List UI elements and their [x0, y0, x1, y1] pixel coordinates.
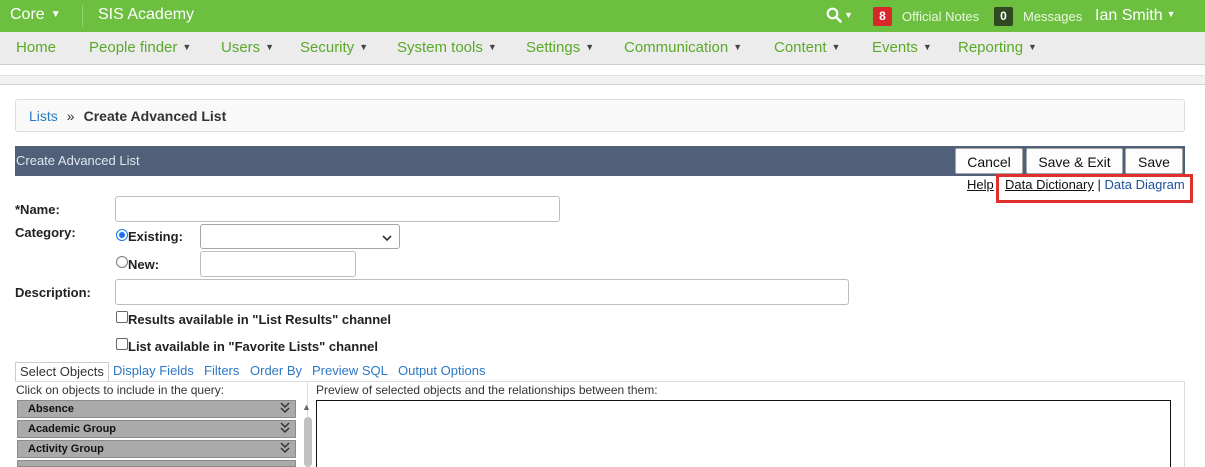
search-button[interactable]: ▼ — [826, 5, 853, 26]
caret-down-icon: ▼ — [50, 9, 61, 20]
new-label: New: — [128, 257, 160, 272]
breadcrumb-current: Create Advanced List — [83, 108, 227, 124]
name-label: *Name: — [15, 202, 60, 217]
object-list: Absence Academic Group Activity Group — [17, 400, 297, 467]
help-link-wrap: Help — [967, 177, 994, 192]
search-icon — [826, 7, 842, 23]
highlight-box — [996, 174, 1193, 203]
scroll-up-icon[interactable]: ▲ — [302, 402, 311, 412]
favorites-channel-checkbox[interactable] — [116, 338, 128, 350]
caret-down-icon: ▼ — [585, 42, 595, 52]
object-label: Activity Group — [28, 443, 104, 455]
tab-order-by[interactable]: Order By — [250, 363, 302, 382]
user-name: Ian Smith — [1095, 7, 1163, 24]
tab-filters[interactable]: Filters — [204, 363, 239, 382]
caret-down-icon: ▼ — [733, 42, 743, 52]
school-name: SIS Academy — [98, 6, 195, 23]
new-radio[interactable] — [116, 256, 128, 268]
nav-events[interactable]: Events ▼ — [872, 39, 932, 56]
nav-content[interactable]: Content ▼ — [774, 39, 840, 56]
object-list-scrollbar[interactable]: ▲ — [302, 400, 314, 467]
main-nav: Home People finder ▼ Users ▼ Security ▼ Sys… — [0, 32, 1205, 65]
caret-down-icon: ▼ — [265, 42, 275, 52]
nav-security[interactable]: Security ▼ — [300, 39, 368, 56]
caret-down-icon: ▼ — [487, 42, 497, 52]
results-channel-label: Results available in "List Results" chan… — [128, 312, 392, 327]
official-notes-badge[interactable]: 8 — [873, 7, 892, 26]
nav-label: Content — [774, 39, 827, 56]
caret-down-icon: ▼ — [922, 42, 932, 52]
relationship-preview-canvas — [316, 400, 1171, 467]
tab-output-options[interactable]: Output Options — [398, 363, 485, 382]
nav-label: Communication — [624, 39, 729, 56]
breadcrumb: Lists » Create Advanced List — [15, 99, 1185, 132]
user-menu[interactable]: Ian Smith ▼ — [1095, 7, 1176, 25]
caret-down-icon: ▼ — [831, 42, 841, 52]
object-item[interactable] — [17, 460, 296, 467]
cancel-button[interactable]: Cancel — [955, 148, 1023, 174]
existing-category-select[interactable] — [200, 224, 400, 249]
scroll-thumb[interactable] — [304, 417, 312, 467]
caret-down-icon: ▼ — [182, 42, 192, 52]
existing-label: Existing: — [128, 229, 183, 244]
breadcrumb-lists-link[interactable]: Lists — [29, 108, 58, 124]
tab-preview-sql[interactable]: Preview SQL — [312, 363, 388, 382]
topbar-divider — [82, 5, 83, 27]
save-exit-button[interactable]: Save & Exit — [1026, 148, 1123, 174]
favorites-channel-label: List available in "Favorite Lists" chann… — [128, 339, 379, 354]
sub-nav-strip — [0, 75, 1205, 85]
tab-display-fields[interactable]: Display Fields — [113, 363, 194, 382]
panel-title: Create Advanced List — [16, 153, 140, 168]
nav-system-tools[interactable]: System tools ▼ — [397, 39, 497, 56]
caret-down-icon: ▼ — [844, 10, 853, 20]
nav-settings[interactable]: Settings ▼ — [526, 39, 594, 56]
brand-label: Core — [10, 6, 45, 23]
existing-radio[interactable] — [116, 229, 128, 241]
caret-down-icon: ▼ — [359, 42, 369, 52]
nav-home[interactable]: Home — [16, 39, 56, 56]
description-input[interactable] — [115, 279, 849, 305]
nav-label: Home — [16, 39, 57, 56]
nav-people-finder[interactable]: People finder ▼ — [89, 39, 191, 56]
breadcrumb-separator: » — [66, 108, 75, 124]
nav-reporting[interactable]: Reporting ▼ — [958, 39, 1037, 56]
double-chevron-down-icon — [279, 421, 291, 438]
tab-select-objects[interactable]: Select Objects — [15, 362, 109, 382]
object-label: Academic Group — [28, 423, 117, 435]
nav-label: Security — [300, 39, 355, 56]
nav-label: System tools — [397, 39, 483, 56]
top-bar: Core ▼ SIS Academy ▼ 8 Official Notes 0 M… — [0, 0, 1205, 32]
nav-label: People finder — [89, 39, 178, 56]
category-label: Category: — [15, 225, 76, 240]
double-chevron-down-icon — [279, 401, 291, 418]
nav-label: Events — [872, 39, 918, 56]
caret-down-icon: ▼ — [1166, 9, 1176, 19]
nav-users[interactable]: Users ▼ — [221, 39, 274, 56]
app-switcher[interactable]: Core ▼ — [10, 6, 61, 24]
save-button[interactable]: Save — [1125, 148, 1183, 174]
new-category-input[interactable] — [200, 251, 356, 277]
messages-link[interactable]: Messages — [1023, 9, 1082, 24]
nav-label: Settings — [526, 39, 581, 56]
object-item[interactable]: Absence — [17, 400, 296, 418]
double-chevron-down-icon — [279, 441, 291, 458]
object-item[interactable]: Academic Group — [17, 420, 296, 438]
nav-label: Reporting — [958, 39, 1024, 56]
nav-label: Users — [221, 39, 261, 56]
description-label: Description: — [15, 285, 91, 300]
help-link[interactable]: Help — [967, 177, 994, 192]
object-label: Absence — [28, 403, 74, 415]
caret-down-icon: ▼ — [1028, 42, 1037, 52]
official-notes-link[interactable]: Official Notes — [902, 9, 979, 24]
object-item[interactable]: Activity Group — [17, 440, 296, 458]
name-input[interactable] — [115, 196, 560, 222]
nav-communication[interactable]: Communication ▼ — [624, 39, 742, 56]
chevron-down-icon — [382, 235, 392, 242]
results-channel-checkbox[interactable] — [116, 311, 128, 323]
objects-hint: Click on objects to include in the query… — [16, 383, 225, 397]
messages-badge[interactable]: 0 — [994, 7, 1013, 26]
